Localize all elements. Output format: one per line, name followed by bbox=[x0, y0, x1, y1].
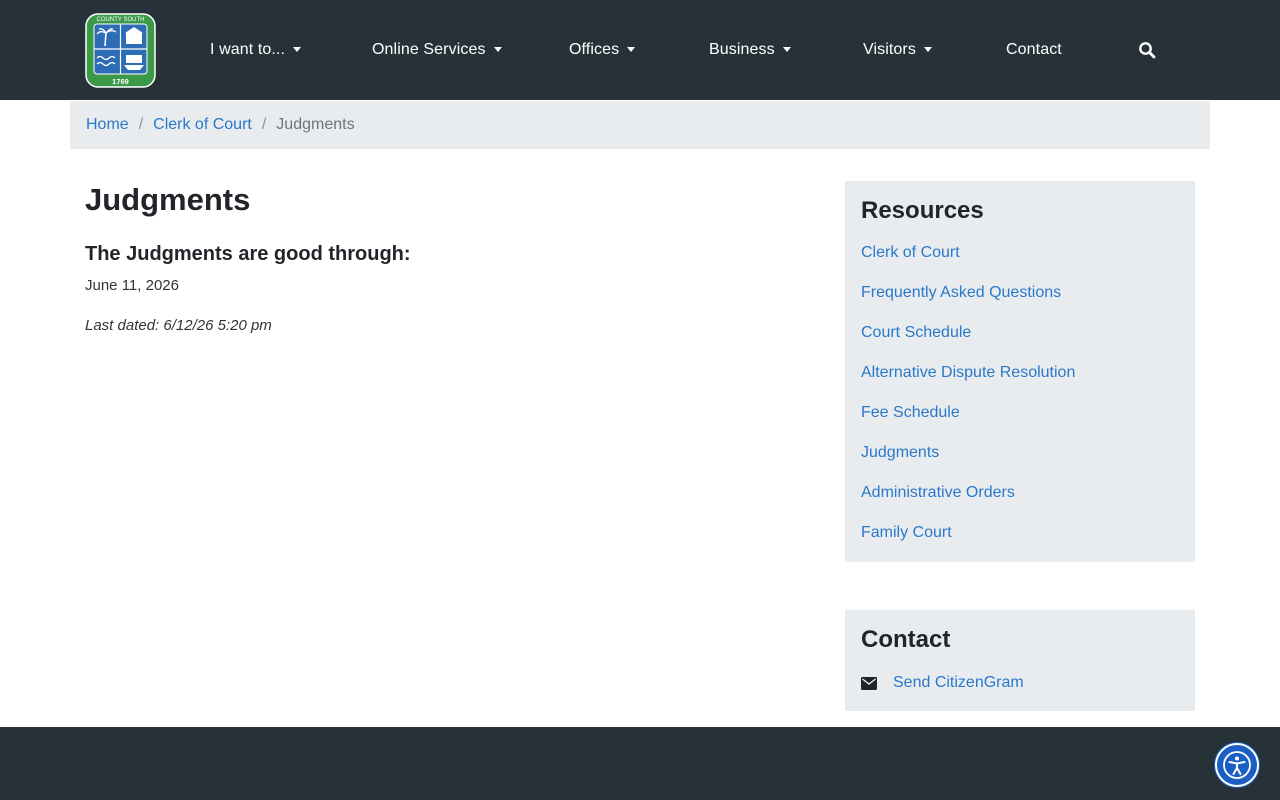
nav-online-services[interactable]: Online Services bbox=[372, 38, 502, 62]
accessibility-button[interactable] bbox=[1215, 743, 1259, 787]
nav-contact[interactable]: Contact bbox=[1006, 38, 1062, 62]
resources-panel: Resources Clerk of Court Frequently Aske… bbox=[845, 181, 1195, 562]
resource-link-clerk-of-court[interactable]: Clerk of Court bbox=[861, 244, 960, 262]
send-citizengram-link[interactable]: Send CitizenGram bbox=[893, 674, 1024, 692]
site-footer bbox=[0, 727, 1280, 800]
svg-text:COUNTY SOUTH: COUNTY SOUTH bbox=[97, 17, 145, 23]
nav-offices[interactable]: Offices bbox=[569, 38, 636, 62]
resource-link-administrative-orders[interactable]: Administrative Orders bbox=[861, 484, 1015, 502]
breadcrumb-separator: / bbox=[261, 116, 267, 133]
nav-label: I want to... bbox=[210, 41, 286, 58]
page-title: Judgments bbox=[85, 182, 251, 217]
resource-link-judgments[interactable]: Judgments bbox=[861, 444, 939, 462]
envelope-icon bbox=[861, 676, 877, 690]
site-header: 1769 COUNTY SOUTH I want to... Online Se… bbox=[0, 0, 1280, 100]
caret-down-icon bbox=[627, 46, 636, 52]
contact-row: Send CitizenGram bbox=[861, 672, 1024, 694]
caret-down-icon bbox=[493, 46, 502, 52]
resource-link-family-court[interactable]: Family Court bbox=[861, 524, 952, 542]
caret-down-icon bbox=[293, 46, 302, 52]
last-dated-text: Last dated: 6/12/26 5:20 pm bbox=[85, 317, 272, 334]
caret-down-icon bbox=[923, 46, 932, 52]
accessibility-icon bbox=[1223, 751, 1251, 779]
contact-panel: Contact Send CitizenGram bbox=[845, 610, 1195, 711]
breadcrumb-current: Judgments bbox=[276, 116, 355, 133]
resource-link-fee-schedule[interactable]: Fee Schedule bbox=[861, 404, 960, 422]
caret-down-icon bbox=[782, 46, 791, 52]
nav-label: Online Services bbox=[372, 41, 486, 58]
svg-text:1769: 1769 bbox=[112, 77, 129, 86]
breadcrumb-separator: / bbox=[138, 116, 144, 133]
breadcrumb-clerk-of-court[interactable]: Clerk of Court bbox=[153, 116, 252, 134]
good-through-date: June 11, 2026 bbox=[85, 277, 179, 294]
search-icon[interactable] bbox=[1138, 41, 1156, 59]
judgments-subheading: The Judgments are good through: bbox=[85, 243, 411, 265]
resource-link-court-schedule[interactable]: Court Schedule bbox=[861, 324, 971, 342]
contact-title: Contact bbox=[861, 626, 951, 653]
nav-label: Offices bbox=[569, 41, 620, 58]
nav-label: Business bbox=[709, 41, 775, 58]
resource-link-adr[interactable]: Alternative Dispute Resolution bbox=[861, 364, 1075, 382]
county-seal-logo[interactable]: 1769 COUNTY SOUTH bbox=[85, 13, 156, 88]
nav-i-want-to[interactable]: I want to... bbox=[210, 38, 302, 62]
nav-label: Visitors bbox=[863, 41, 916, 58]
resources-title: Resources bbox=[861, 197, 984, 224]
nav-business[interactable]: Business bbox=[709, 38, 791, 62]
breadcrumb-home[interactable]: Home bbox=[86, 116, 129, 134]
resource-link-faq[interactable]: Frequently Asked Questions bbox=[861, 284, 1061, 302]
breadcrumb: Home / Clerk of Court / Judgments bbox=[86, 115, 355, 135]
nav-label: Contact bbox=[1006, 41, 1062, 58]
nav-visitors[interactable]: Visitors bbox=[863, 38, 932, 62]
